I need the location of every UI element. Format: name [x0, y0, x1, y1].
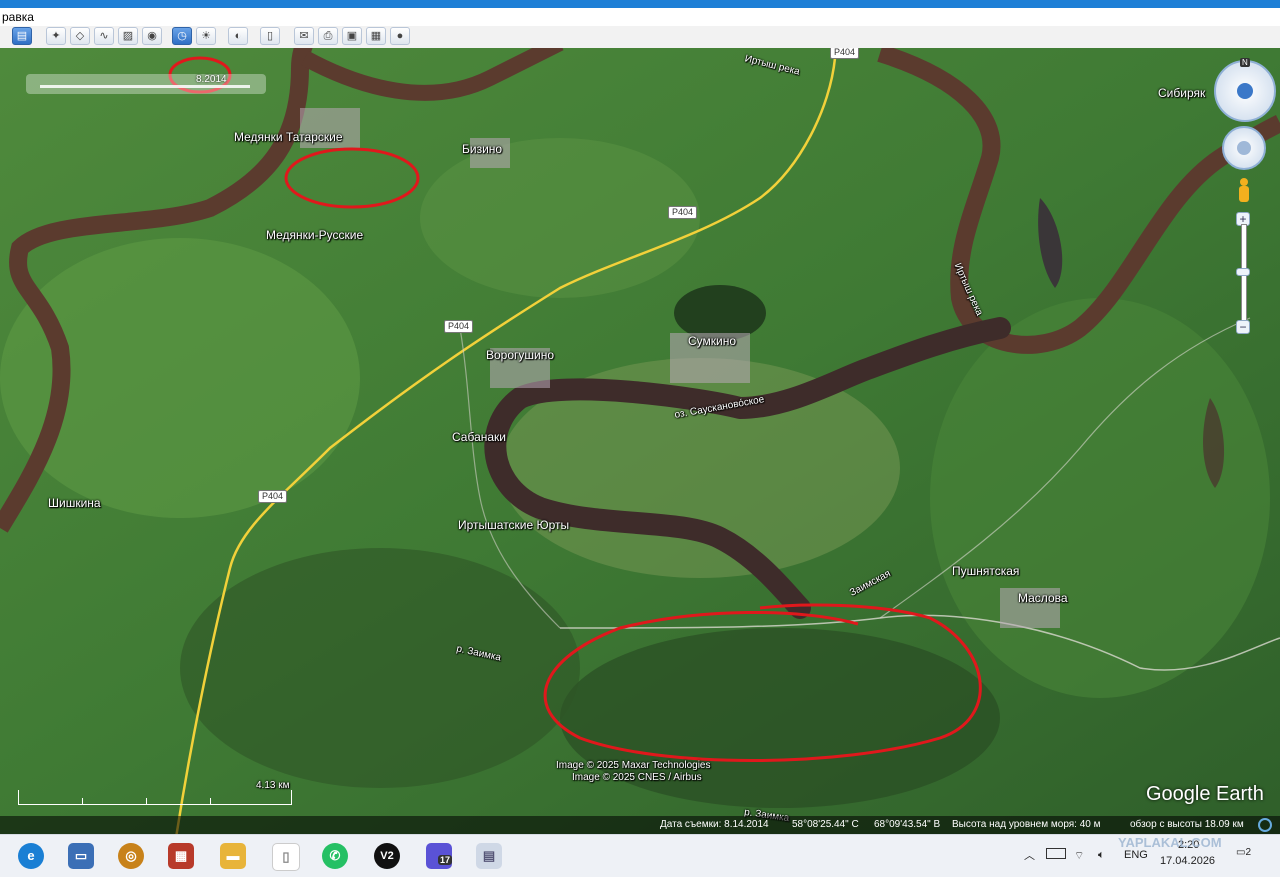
add-placemark-button[interactable]: ✦	[46, 27, 66, 45]
app-3-icon[interactable]: ◎	[118, 843, 144, 869]
email-button[interactable]: ✉	[294, 27, 314, 45]
look-navigation-control[interactable]: N	[1214, 58, 1276, 122]
attribution-line-2: Image © 2025 CNES / Airbus	[572, 772, 702, 783]
add-path-button[interactable]: ∿	[94, 27, 114, 45]
print-button[interactable]: ⎙	[318, 27, 338, 45]
map-label-medyanki-tatarskie: Медянки Татарские	[234, 130, 343, 144]
photos-icon[interactable]: ▤	[476, 843, 502, 869]
sunlight-button[interactable]: ☀	[196, 27, 216, 45]
road-shield: Р404	[444, 320, 474, 333]
zoom-out-button[interactable]: −	[1236, 320, 1250, 334]
clock-date[interactable]: 17.04.2026	[1160, 855, 1215, 867]
hand-icon[interactable]	[1237, 141, 1251, 155]
add-overlay-button[interactable]: ▨	[118, 27, 138, 45]
historical-time-slider[interactable]: 8.2014	[26, 74, 266, 94]
language-indicator[interactable]: ENG	[1124, 849, 1148, 861]
earth-view-button[interactable]: ●	[390, 27, 410, 45]
map-label-sumkino: Сумкино	[688, 334, 737, 348]
record-tour-button[interactable]: ◉	[142, 27, 162, 45]
map-label-sabanaki: Сабанаки	[452, 430, 506, 444]
google-earth-logo: Google Earth	[1146, 783, 1264, 805]
save-image-button[interactable]: ▣	[342, 27, 362, 45]
menu-bar: равка	[0, 8, 1280, 26]
notifications-icon[interactable]: ▭2	[1236, 847, 1251, 858]
latitude: 58°08'25.44" С	[792, 819, 859, 830]
map-label-sibiryak: Сибиряк	[1158, 86, 1206, 100]
volume-icon[interactable]: 🔈︎	[1098, 849, 1105, 862]
eye-icon[interactable]	[1237, 83, 1253, 99]
wifi-icon[interactable]: ⌔	[1074, 849, 1084, 863]
watermark: YAPLAKAL.COM	[1118, 835, 1222, 850]
map-view[interactable]: 8.2014 Медянки Татарские Бизино Медянки-…	[0, 48, 1280, 834]
menu-item-help[interactable]: равка	[2, 10, 34, 24]
map-label-irtyshatskie-yurty: Иртышатские Юрты	[458, 518, 570, 532]
file-explorer-icon[interactable]: ▬	[220, 843, 246, 869]
notification-count: 2	[1245, 847, 1252, 858]
app-badge: 17	[438, 855, 453, 865]
notepad-icon[interactable]: ▯	[272, 843, 300, 871]
edge-icon[interactable]: e	[18, 843, 44, 869]
app-4-icon[interactable]: ▦	[168, 843, 194, 869]
time-slider-track[interactable]	[40, 85, 250, 88]
taskbar: e ▭ ◎ ▦ ▬ ▯ ✆ V2 17 ▤ ︿ ⌔ 🔈︎ ENG 2:20 17…	[0, 834, 1280, 877]
switch-planet-button[interactable]: ◐	[228, 27, 248, 45]
scale-label: 4.13 км	[256, 780, 290, 791]
window-title-bar	[0, 0, 1280, 8]
eye-altitude: обзор с высоты 18.09 км	[1130, 819, 1244, 830]
road-shield: Р404	[668, 206, 698, 219]
map-label-maslova: Маслова	[1018, 591, 1068, 605]
toolbar: ▤ ✦ ◇ ∿ ▨ ◉ ◷ ☀ ◐ ▯ ✉ ⎙ ▣ ▦ ●	[0, 26, 1280, 49]
ruler-button[interactable]: ▯	[260, 27, 280, 45]
battery-icon[interactable]	[1046, 848, 1066, 859]
attribution-line-1: Image © 2025 Maxar Technologies	[556, 760, 711, 771]
longitude: 68°09'43.54" В	[874, 819, 941, 830]
street-view-pegman-icon[interactable]	[1237, 178, 1251, 204]
whatsapp-icon[interactable]: ✆	[322, 843, 348, 869]
satellite-imagery	[0, 48, 1280, 834]
historical-imagery-button[interactable]: ◷	[172, 27, 192, 45]
map-label-vorogushino: Ворогушино	[486, 348, 555, 362]
move-navigation-control[interactable]	[1222, 126, 1266, 170]
road-shield: Р404	[258, 490, 288, 503]
zoom-control[interactable]: + −	[1236, 212, 1250, 336]
map-label-shishkina: Шишкина	[48, 496, 101, 510]
zoom-slider-handle[interactable]	[1236, 268, 1250, 276]
view-in-maps-button[interactable]: ▦	[366, 27, 386, 45]
computer-icon[interactable]: ▭	[68, 843, 94, 869]
capture-date: Дата съемки: 8.14.2014	[660, 819, 769, 830]
app-17-icon[interactable]: 17	[426, 843, 453, 869]
map-label-medyanki-russkie: Медянки-Русские	[266, 228, 364, 242]
tray-chevron-icon[interactable]: ︿	[1024, 847, 1035, 863]
time-slider-date: 8.2014	[196, 74, 227, 85]
add-polygon-button[interactable]: ◇	[70, 27, 90, 45]
sidebar-toggle-button[interactable]: ▤	[12, 27, 32, 45]
north-icon[interactable]: N	[1240, 58, 1250, 67]
road-shield: Р404	[830, 48, 860, 59]
v2-icon[interactable]: V2	[374, 843, 400, 869]
map-label-bizino: Бизино	[462, 142, 503, 156]
map-label-pushnyatskaya: Пушнятская	[952, 564, 1020, 578]
elevation: Высота над уровнем моря: 40 м	[952, 819, 1101, 830]
streaming-indicator-icon	[1258, 818, 1272, 832]
status-bar: Дата съемки: 8.14.2014 58°08'25.44" С 68…	[0, 816, 1280, 834]
scale-bar: 4.13 км	[18, 780, 294, 810]
